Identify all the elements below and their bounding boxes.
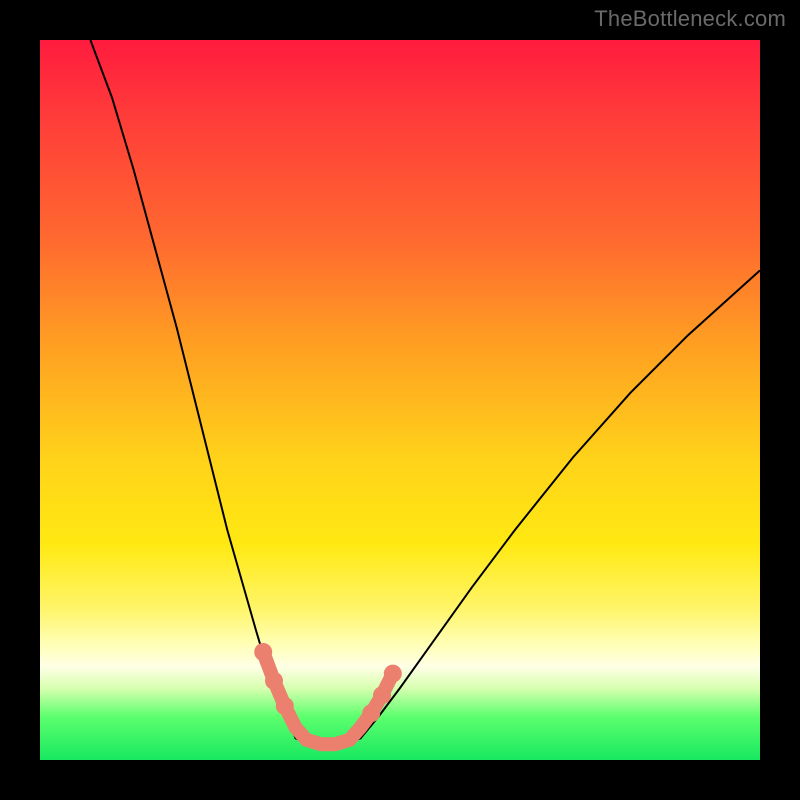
chart-frame: TheBottleneck.com [0,0,800,800]
watermark-text: TheBottleneck.com [594,6,786,32]
valley-node [254,643,272,661]
plot-area [40,40,760,760]
valley-node [373,686,391,704]
bottleneck-curve [90,40,760,745]
valley-node [276,697,294,715]
valley-node [362,704,380,722]
valley-node [265,672,283,690]
valley-node [384,665,402,683]
curve-svg-2 [40,40,760,760]
